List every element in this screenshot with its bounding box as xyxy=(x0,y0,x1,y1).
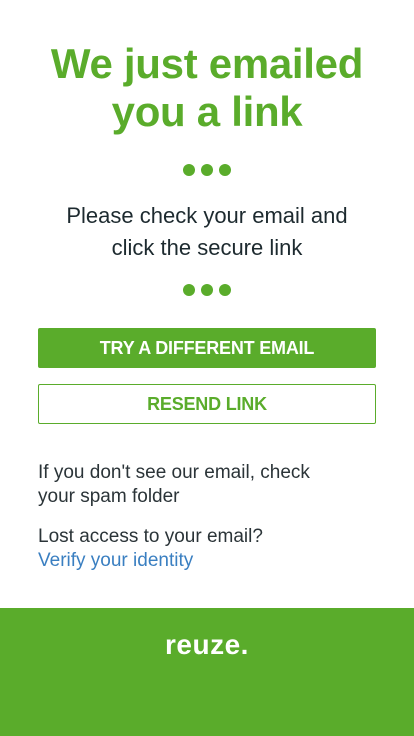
dot-icon xyxy=(201,284,213,296)
resend-link-label: RESEND LINK xyxy=(147,393,267,414)
page: We just emailed you a link Please check … xyxy=(0,0,414,736)
page-title: We just emailed you a link xyxy=(0,40,414,136)
spam-folder-note: If you don't see our email, check your s… xyxy=(38,461,378,509)
spam-note-line-1: If you don't see our email, check xyxy=(38,462,310,483)
lost-access-note: Lost access to your email? Verify your i… xyxy=(38,525,378,573)
reuze-logo: reuze. xyxy=(165,629,249,660)
resend-link-button[interactable]: RESEND LINK xyxy=(38,384,376,424)
spam-note-line-2: your spam folder xyxy=(38,486,180,507)
verify-identity-link[interactable]: Verify your identity xyxy=(38,550,193,571)
instruction-message: Please check your email and click the se… xyxy=(0,200,414,264)
dot-icon xyxy=(219,164,231,176)
lost-access-text: Lost access to your email? xyxy=(38,526,263,547)
try-different-email-label: TRY A DIFFERENT EMAIL xyxy=(99,337,315,358)
dot-icon xyxy=(183,164,195,176)
instruction-line-1: Please check your email and xyxy=(66,203,348,228)
try-different-email-button[interactable]: TRY A DIFFERENT EMAIL xyxy=(38,328,376,368)
instruction-line-2: click the secure link xyxy=(111,235,303,260)
footer: reuze. xyxy=(0,608,414,736)
main-content: We just emailed you a link Please check … xyxy=(0,0,414,608)
dot-icon xyxy=(201,164,213,176)
dot-icon xyxy=(183,284,195,296)
dots-divider-top xyxy=(0,164,414,178)
dot-icon xyxy=(219,284,231,296)
title-line-1: We just emailed xyxy=(50,40,364,87)
dots-divider-bottom xyxy=(0,284,414,298)
title-line-2: you a link xyxy=(111,88,303,135)
